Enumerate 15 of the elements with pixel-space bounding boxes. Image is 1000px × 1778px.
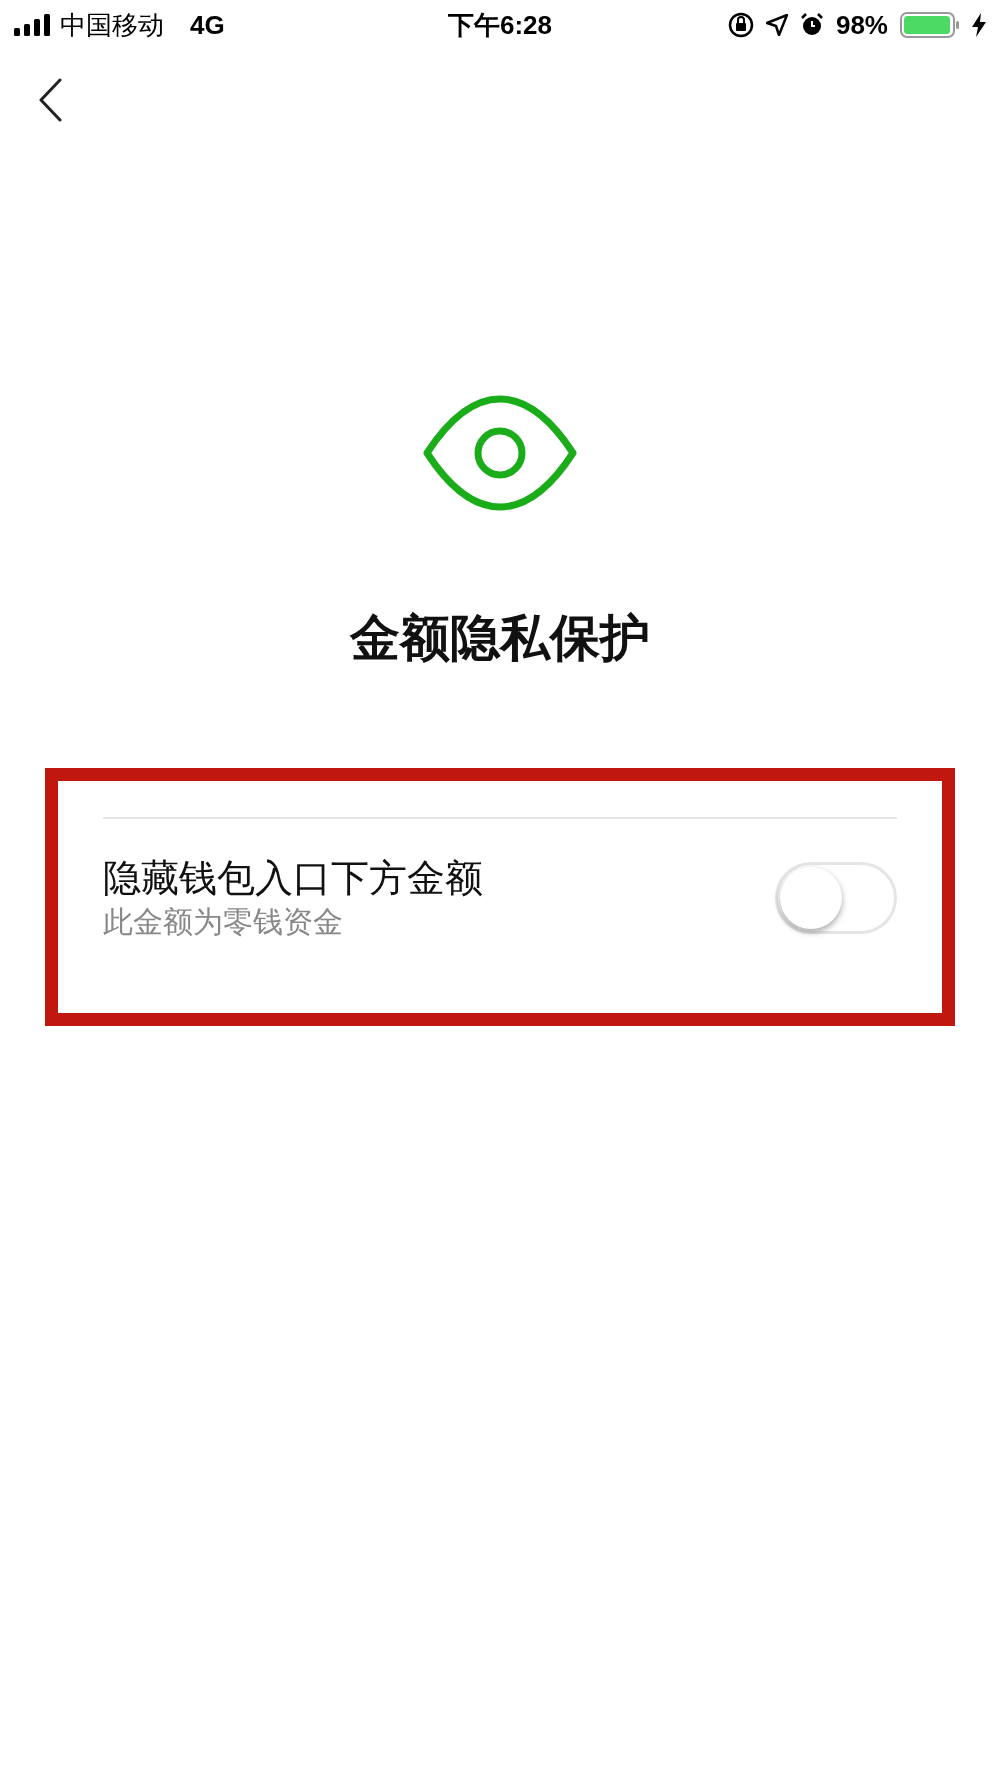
- charging-bolt-icon: [972, 13, 986, 37]
- location-arrow-icon: [765, 14, 788, 36]
- setting-label: 隐藏钱包入口下方金额: [103, 859, 483, 897]
- eye-icon: [423, 395, 577, 511]
- back-icon[interactable]: [38, 78, 62, 122]
- battery-icon: [900, 12, 960, 38]
- signal-icon: [14, 14, 52, 36]
- page-title: 金额隐私保护: [350, 609, 650, 668]
- setting-description: 此金额为零钱资金: [103, 907, 344, 937]
- network-type: 4G: [190, 8, 225, 42]
- battery-percent: 98%: [835, 8, 888, 42]
- alarm-clock-icon: [799, 13, 824, 37]
- rotation-lock-icon: [727, 12, 754, 38]
- carrier-name: 中国移动: [60, 8, 164, 42]
- clock-time: 下午6:28: [447, 8, 552, 42]
